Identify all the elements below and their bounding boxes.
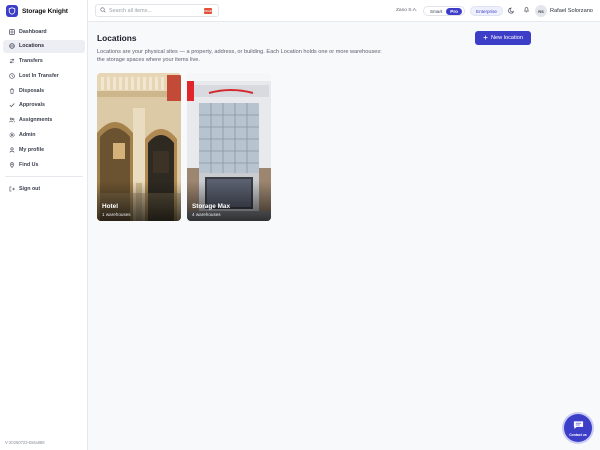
search-box[interactable]: Ctrl+K xyxy=(95,4,219,17)
trash-icon xyxy=(8,87,15,94)
card-title: Hotel xyxy=(102,203,118,210)
sidebar-item-label: Locations xyxy=(19,43,45,50)
clock-icon xyxy=(8,72,15,79)
moon-icon[interactable] xyxy=(507,6,516,15)
plan-option-smart[interactable]: Smart xyxy=(426,8,446,15)
organization-name[interactable]: Zano S.A. xyxy=(396,8,417,13)
new-location-button[interactable]: New location xyxy=(475,31,531,45)
sidebar-item-label: Dashboard xyxy=(19,28,47,35)
app-version: V-20250723-Beta888 xyxy=(5,440,45,445)
top-header: Ctrl+K Zano S.A. Smart Pro Enterprise RS… xyxy=(88,0,600,22)
check-icon xyxy=(8,102,15,109)
sidebar-item-dashboard[interactable]: Dashboard xyxy=(3,25,85,38)
sidebar-item-label: Assignments xyxy=(19,117,53,124)
avatar[interactable]: RS xyxy=(535,5,547,17)
users-icon xyxy=(8,117,15,124)
sidebar-item-label: Approvals xyxy=(19,102,45,109)
sidebar-item-label: Admin xyxy=(19,132,36,139)
sidebar-item-label: Transfers xyxy=(19,58,43,65)
user-name[interactable]: Rafael Solorzano xyxy=(550,8,593,14)
page-description: Locations are your physical sites — a pr… xyxy=(97,49,382,63)
location-card-storage-max[interactable]: Storage Max 4 warehouses xyxy=(187,73,271,221)
search-icon xyxy=(100,6,106,15)
arrows-icon xyxy=(8,58,15,65)
shield-logo-icon xyxy=(6,5,18,17)
chat-icon xyxy=(573,420,584,432)
sidebar-item-approvals[interactable]: Approvals xyxy=(3,99,85,112)
sidebar-item-disposals[interactable]: Disposals xyxy=(3,84,85,97)
card-warehouse-count: 1 warehouses xyxy=(102,212,131,217)
sidebar-item-find-us[interactable]: Find Us xyxy=(3,158,85,171)
sidebar-item-lost-in-transfer[interactable]: Lost In Transfer xyxy=(3,69,85,82)
sidebar-item-label: Lost In Transfer xyxy=(19,72,59,79)
sidebar-item-assignments[interactable]: Assignments xyxy=(3,114,85,127)
enterprise-badge[interactable]: Enterprise xyxy=(470,6,503,16)
contact-us-button[interactable]: Contact us xyxy=(564,414,592,442)
sidebar-item-label: Disposals xyxy=(19,87,45,94)
brand-name: Storage Knight xyxy=(22,7,68,15)
sidebar-item-my-profile[interactable]: My profile xyxy=(3,143,85,156)
sidebar-item-label: Find Us xyxy=(19,161,39,168)
plan-option-pro[interactable]: Pro xyxy=(446,7,462,15)
location-card-hotel[interactable]: Hotel 1 warehouses xyxy=(97,73,181,221)
search-input[interactable] xyxy=(109,7,204,14)
grid-icon xyxy=(8,28,15,35)
bell-icon[interactable] xyxy=(522,5,531,14)
brand[interactable]: Storage Knight xyxy=(6,4,68,18)
sidebar: Storage Knight Dashboard Locations Trans… xyxy=(0,0,88,450)
page-title: Locations xyxy=(97,33,137,43)
shortcut-badge: Ctrl+K xyxy=(204,8,212,14)
sidebar-item-transfers[interactable]: Transfers xyxy=(3,55,85,68)
globe-icon xyxy=(8,43,15,50)
user-icon xyxy=(8,146,15,153)
map-pin-icon xyxy=(8,161,15,168)
sidebar-nav: Dashboard Locations Transfers Lost In Tr… xyxy=(3,25,85,197)
sidebar-item-locations[interactable]: Locations xyxy=(3,39,85,53)
plan-switcher: Smart Pro xyxy=(423,6,465,16)
sidebar-item-admin[interactable]: Admin xyxy=(3,129,85,142)
contact-us-label: Contact us xyxy=(569,432,587,437)
sign-out-label: Sign out xyxy=(19,185,41,192)
plus-icon xyxy=(483,35,488,42)
card-title: Storage Max xyxy=(192,203,231,210)
sidebar-item-label: My profile xyxy=(19,146,45,153)
card-warehouse-count: 4 warehouses xyxy=(192,212,221,217)
new-location-label: New location xyxy=(490,35,524,41)
logout-icon xyxy=(8,185,15,192)
sign-out-button[interactable]: Sign out xyxy=(3,182,85,195)
gear-icon xyxy=(8,132,15,139)
sidebar-divider xyxy=(5,176,83,178)
